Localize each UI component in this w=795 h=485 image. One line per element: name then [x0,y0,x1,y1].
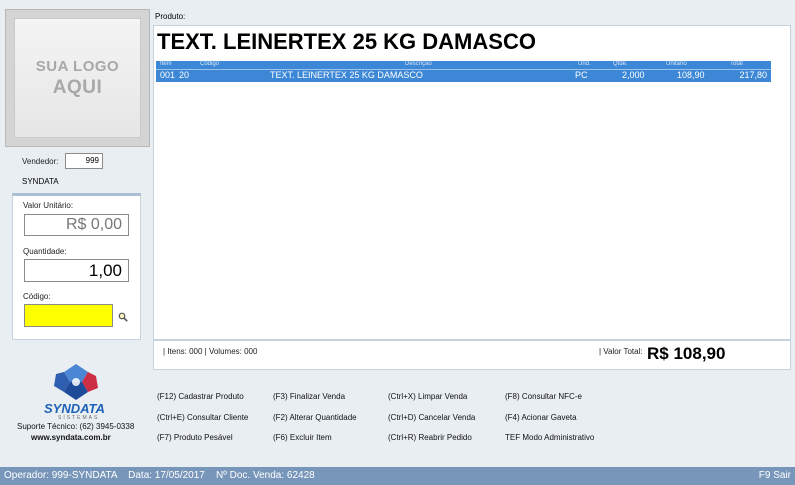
shortcut-produto-pesavel[interactable]: (F7) Produto Pesável [157,433,233,442]
row-descricao: TEXT. LEINERTEX 25 KG DAMASCO [270,70,423,80]
exit-button[interactable]: F9 Sair [759,470,791,481]
logo-placeholder: SUA LOGO AQUI [5,9,150,147]
total-label: | Valor Total: [599,347,643,356]
logo-text-line1: SUA LOGO [35,57,120,75]
shortcut-finalizar-venda[interactable]: (F3) Finalizar Venda [273,392,345,401]
col-header-und: Und. [578,61,591,67]
col-header-item: Item [160,61,172,67]
support-phone: Suporte Técnico: (62) 3945-0338 [17,422,135,431]
col-header-unitario: Unitário [666,61,687,67]
row-codigo: 20 [179,70,190,80]
row-qtde: 2,000 [622,70,645,80]
vendedor-label: Vendedor: [22,157,59,166]
shortcut-cadastrar-produto[interactable]: (F12) Cadastrar Produto [157,392,244,401]
codigo-label: Código: [23,292,51,301]
shortcut-excluir-item[interactable]: (F6) Excluir Item [273,433,332,442]
col-header-total: Total [730,61,743,67]
vendedor-input[interactable]: 999 [65,153,103,169]
row-item: 001 [160,70,176,80]
vendedor-name: SYNDATA [22,177,59,186]
valor-unitario-field[interactable]: R$ 0,00 [24,214,129,236]
quantidade-label: Quantidade: [23,247,67,256]
shortcut-reabrir-pedido[interactable]: (Ctrl+R) Reabrir Pedido [388,433,472,442]
search-icon[interactable] [118,309,128,327]
website-link[interactable]: www.syndata.com.br [31,433,111,442]
grid-header: Item Código Descrição Und. Qtde. Unitári… [156,61,771,69]
syndata-logo-icon [52,362,100,402]
status-info: Operador: 999-SYNDATA Data: 17/05/2017 N… [4,470,315,481]
shortcut-consultar-nfce[interactable]: (F8) Consultar NFC-e [505,392,582,401]
shortcut-acionar-gaveta[interactable]: (F4) Acionar Gaveta [505,413,577,422]
table-row[interactable]: 001 20 TEXT. LEINERTEX 25 KG DAMASCO PC … [156,69,771,82]
status-bar: Operador: 999-SYNDATA Data: 17/05/2017 N… [0,467,795,485]
product-title: TEXT. LEINERTEX 25 KG DAMASCO [157,29,536,54]
shortcut-cancelar-venda[interactable]: (Ctrl+D) Cancelar Venda [388,413,475,422]
shortcut-tef-administrativo[interactable]: TEF Modo Administrativo [505,433,594,442]
row-und: PC [575,70,588,80]
shortcut-alterar-quantidade[interactable]: (F2) Alterar Quantidade [273,413,357,422]
col-header-descricao: Descrição [405,61,432,67]
logo-text-line2: AQUI [52,76,103,98]
shortcut-consultar-cliente[interactable]: (Ctrl+E) Consultar Cliente [157,413,248,422]
items-volumes-text: | Itens: 000 | Volumes: 000 [163,347,258,356]
row-total: 217,80 [739,70,767,80]
row-unitario: 108,90 [677,70,705,80]
codigo-field[interactable] [24,304,113,327]
brand-name: SYNDATA [44,401,105,416]
col-header-codigo: Código [200,61,220,67]
shortcut-limpar-venda[interactable]: (Ctrl+X) Limpar Venda [388,392,467,401]
total-value: R$ 108,90 [647,344,726,363]
valor-unitario-label: Valor Unitário: [23,201,74,210]
col-header-qtde: Qtde. [613,61,628,67]
quantidade-field[interactable]: 1,00 [24,259,129,282]
brand-subtitle: SISTEMAS [58,415,100,421]
logo-inner: SUA LOGO AQUI [14,18,141,138]
produto-label: Produto: [155,12,186,21]
